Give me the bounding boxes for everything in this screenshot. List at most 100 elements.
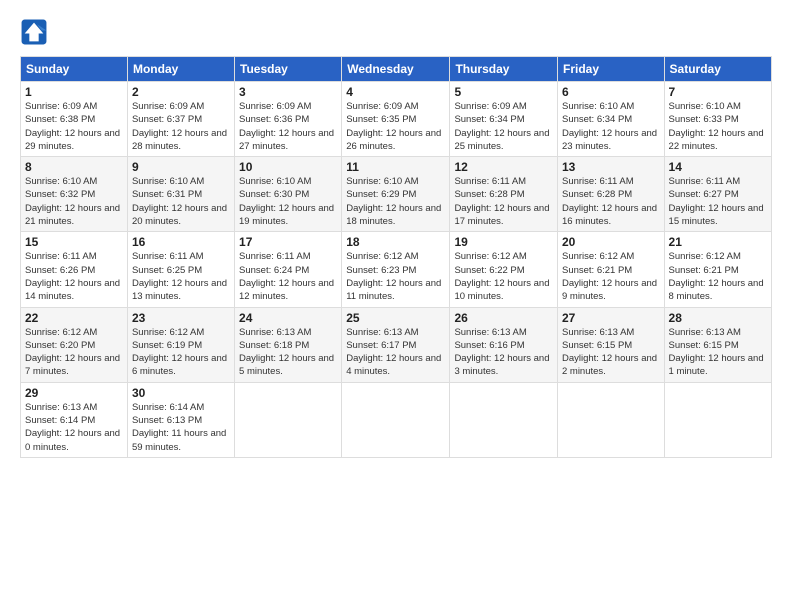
day-number: 10 — [239, 160, 337, 174]
day-header-sunday: Sunday — [21, 57, 128, 82]
day-number: 11 — [346, 160, 445, 174]
day-number: 1 — [25, 85, 123, 99]
calendar-cell: 13Sunrise: 6:11 AMSunset: 6:28 PMDayligh… — [557, 157, 664, 232]
day-number: 8 — [25, 160, 123, 174]
day-number: 4 — [346, 85, 445, 99]
day-number: 14 — [669, 160, 767, 174]
day-info: Sunrise: 6:11 AMSunset: 6:28 PMDaylight:… — [562, 175, 660, 228]
day-info: Sunrise: 6:11 AMSunset: 6:24 PMDaylight:… — [239, 250, 337, 303]
calendar-cell: 14Sunrise: 6:11 AMSunset: 6:27 PMDayligh… — [664, 157, 771, 232]
calendar-cell — [342, 382, 450, 457]
calendar-table: SundayMondayTuesdayWednesdayThursdayFrid… — [20, 56, 772, 458]
day-number: 28 — [669, 311, 767, 325]
day-number: 3 — [239, 85, 337, 99]
calendar-cell: 22Sunrise: 6:12 AMSunset: 6:20 PMDayligh… — [21, 307, 128, 382]
day-info: Sunrise: 6:12 AMSunset: 6:23 PMDaylight:… — [346, 250, 445, 303]
day-info: Sunrise: 6:12 AMSunset: 6:21 PMDaylight:… — [562, 250, 660, 303]
day-number: 18 — [346, 235, 445, 249]
calendar-cell: 19Sunrise: 6:12 AMSunset: 6:22 PMDayligh… — [450, 232, 558, 307]
calendar-cell: 25Sunrise: 6:13 AMSunset: 6:17 PMDayligh… — [342, 307, 450, 382]
calendar-cell: 8Sunrise: 6:10 AMSunset: 6:32 PMDaylight… — [21, 157, 128, 232]
day-number: 21 — [669, 235, 767, 249]
day-info: Sunrise: 6:12 AMSunset: 6:19 PMDaylight:… — [132, 326, 230, 379]
day-info: Sunrise: 6:11 AMSunset: 6:25 PMDaylight:… — [132, 250, 230, 303]
day-info: Sunrise: 6:09 AMSunset: 6:38 PMDaylight:… — [25, 100, 123, 153]
day-number: 5 — [454, 85, 553, 99]
day-info: Sunrise: 6:12 AMSunset: 6:21 PMDaylight:… — [669, 250, 767, 303]
day-header-monday: Monday — [127, 57, 234, 82]
calendar-cell: 29Sunrise: 6:13 AMSunset: 6:14 PMDayligh… — [21, 382, 128, 457]
day-info: Sunrise: 6:10 AMSunset: 6:32 PMDaylight:… — [25, 175, 123, 228]
day-info: Sunrise: 6:09 AMSunset: 6:35 PMDaylight:… — [346, 100, 445, 153]
day-number: 20 — [562, 235, 660, 249]
calendar-cell: 4Sunrise: 6:09 AMSunset: 6:35 PMDaylight… — [342, 82, 450, 157]
calendar-cell: 10Sunrise: 6:10 AMSunset: 6:30 PMDayligh… — [235, 157, 342, 232]
day-number: 16 — [132, 235, 230, 249]
logo-icon — [20, 18, 48, 46]
calendar-cell: 21Sunrise: 6:12 AMSunset: 6:21 PMDayligh… — [664, 232, 771, 307]
calendar-cell: 3Sunrise: 6:09 AMSunset: 6:36 PMDaylight… — [235, 82, 342, 157]
day-number: 30 — [132, 386, 230, 400]
calendar-cell: 9Sunrise: 6:10 AMSunset: 6:31 PMDaylight… — [127, 157, 234, 232]
calendar-week-row: 8Sunrise: 6:10 AMSunset: 6:32 PMDaylight… — [21, 157, 772, 232]
day-number: 26 — [454, 311, 553, 325]
day-number: 17 — [239, 235, 337, 249]
day-header-friday: Friday — [557, 57, 664, 82]
calendar-cell: 18Sunrise: 6:12 AMSunset: 6:23 PMDayligh… — [342, 232, 450, 307]
day-info: Sunrise: 6:10 AMSunset: 6:33 PMDaylight:… — [669, 100, 767, 153]
calendar-cell — [450, 382, 558, 457]
day-info: Sunrise: 6:10 AMSunset: 6:29 PMDaylight:… — [346, 175, 445, 228]
day-header-thursday: Thursday — [450, 57, 558, 82]
calendar-cell: 17Sunrise: 6:11 AMSunset: 6:24 PMDayligh… — [235, 232, 342, 307]
day-info: Sunrise: 6:14 AMSunset: 6:13 PMDaylight:… — [132, 401, 230, 454]
calendar-cell: 20Sunrise: 6:12 AMSunset: 6:21 PMDayligh… — [557, 232, 664, 307]
day-info: Sunrise: 6:13 AMSunset: 6:18 PMDaylight:… — [239, 326, 337, 379]
calendar-cell: 5Sunrise: 6:09 AMSunset: 6:34 PMDaylight… — [450, 82, 558, 157]
calendar-week-row: 15Sunrise: 6:11 AMSunset: 6:26 PMDayligh… — [21, 232, 772, 307]
day-info: Sunrise: 6:13 AMSunset: 6:15 PMDaylight:… — [669, 326, 767, 379]
calendar-cell — [235, 382, 342, 457]
day-info: Sunrise: 6:12 AMSunset: 6:20 PMDaylight:… — [25, 326, 123, 379]
day-info: Sunrise: 6:13 AMSunset: 6:14 PMDaylight:… — [25, 401, 123, 454]
day-number: 12 — [454, 160, 553, 174]
calendar-cell: 12Sunrise: 6:11 AMSunset: 6:28 PMDayligh… — [450, 157, 558, 232]
day-info: Sunrise: 6:09 AMSunset: 6:36 PMDaylight:… — [239, 100, 337, 153]
day-info: Sunrise: 6:10 AMSunset: 6:31 PMDaylight:… — [132, 175, 230, 228]
day-info: Sunrise: 6:11 AMSunset: 6:26 PMDaylight:… — [25, 250, 123, 303]
day-number: 15 — [25, 235, 123, 249]
calendar-cell: 16Sunrise: 6:11 AMSunset: 6:25 PMDayligh… — [127, 232, 234, 307]
day-info: Sunrise: 6:09 AMSunset: 6:37 PMDaylight:… — [132, 100, 230, 153]
day-number: 2 — [132, 85, 230, 99]
day-info: Sunrise: 6:13 AMSunset: 6:15 PMDaylight:… — [562, 326, 660, 379]
day-number: 7 — [669, 85, 767, 99]
calendar-cell: 15Sunrise: 6:11 AMSunset: 6:26 PMDayligh… — [21, 232, 128, 307]
calendar-week-row: 29Sunrise: 6:13 AMSunset: 6:14 PMDayligh… — [21, 382, 772, 457]
page: SundayMondayTuesdayWednesdayThursdayFrid… — [0, 0, 792, 468]
calendar-week-row: 1Sunrise: 6:09 AMSunset: 6:38 PMDaylight… — [21, 82, 772, 157]
logo — [20, 18, 52, 46]
day-info: Sunrise: 6:09 AMSunset: 6:34 PMDaylight:… — [454, 100, 553, 153]
calendar-cell: 23Sunrise: 6:12 AMSunset: 6:19 PMDayligh… — [127, 307, 234, 382]
calendar-cell — [664, 382, 771, 457]
day-number: 23 — [132, 311, 230, 325]
calendar-cell: 24Sunrise: 6:13 AMSunset: 6:18 PMDayligh… — [235, 307, 342, 382]
day-number: 13 — [562, 160, 660, 174]
day-info: Sunrise: 6:10 AMSunset: 6:34 PMDaylight:… — [562, 100, 660, 153]
calendar-cell: 6Sunrise: 6:10 AMSunset: 6:34 PMDaylight… — [557, 82, 664, 157]
calendar-header-row: SundayMondayTuesdayWednesdayThursdayFrid… — [21, 57, 772, 82]
calendar-cell: 1Sunrise: 6:09 AMSunset: 6:38 PMDaylight… — [21, 82, 128, 157]
day-info: Sunrise: 6:10 AMSunset: 6:30 PMDaylight:… — [239, 175, 337, 228]
calendar-cell: 28Sunrise: 6:13 AMSunset: 6:15 PMDayligh… — [664, 307, 771, 382]
calendar-cell: 26Sunrise: 6:13 AMSunset: 6:16 PMDayligh… — [450, 307, 558, 382]
calendar-cell — [557, 382, 664, 457]
calendar-body: 1Sunrise: 6:09 AMSunset: 6:38 PMDaylight… — [21, 82, 772, 458]
day-number: 29 — [25, 386, 123, 400]
day-info: Sunrise: 6:12 AMSunset: 6:22 PMDaylight:… — [454, 250, 553, 303]
day-number: 22 — [25, 311, 123, 325]
day-info: Sunrise: 6:11 AMSunset: 6:28 PMDaylight:… — [454, 175, 553, 228]
day-header-saturday: Saturday — [664, 57, 771, 82]
calendar-cell: 11Sunrise: 6:10 AMSunset: 6:29 PMDayligh… — [342, 157, 450, 232]
day-number: 9 — [132, 160, 230, 174]
day-info: Sunrise: 6:13 AMSunset: 6:17 PMDaylight:… — [346, 326, 445, 379]
calendar-cell: 30Sunrise: 6:14 AMSunset: 6:13 PMDayligh… — [127, 382, 234, 457]
